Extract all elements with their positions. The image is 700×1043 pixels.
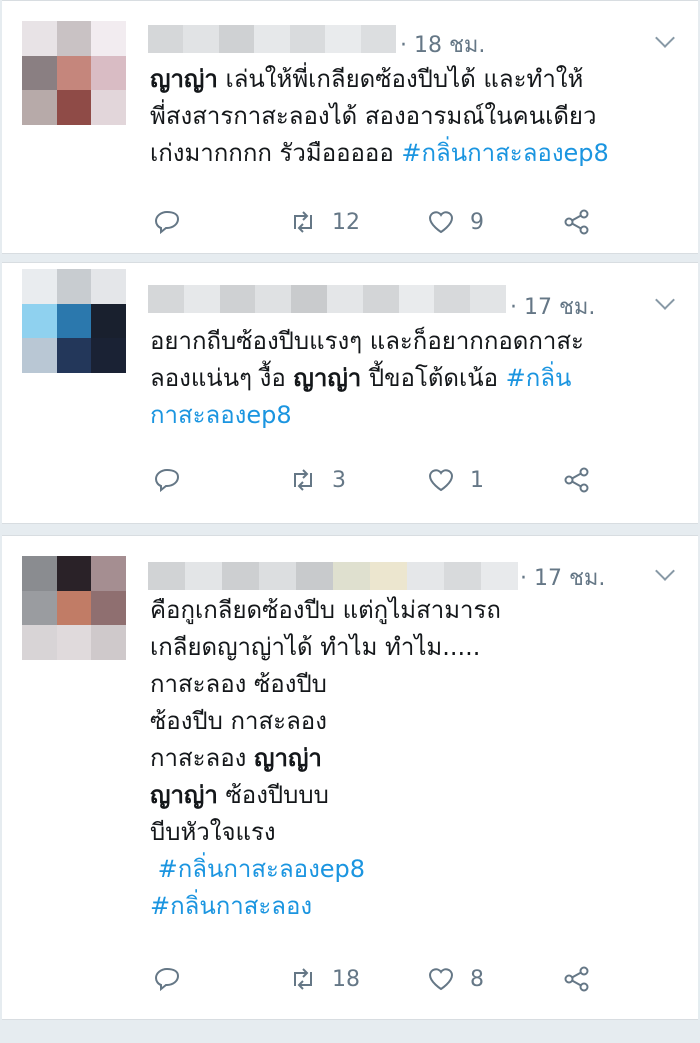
- author-name-blurred[interactable]: [148, 25, 396, 53]
- share-icon: [564, 966, 589, 992]
- reply-button[interactable]: [152, 964, 182, 994]
- tweet-text: คือกูเกลียดซ้องปีบ แต่กูไม่สามารถ เกลียด…: [150, 592, 680, 925]
- avatar[interactable]: [22, 269, 126, 373]
- tweet-text-segment: ปี้ขอโต้ดเน้อ: [361, 364, 506, 392]
- chevron-down-icon[interactable]: [655, 290, 675, 310]
- like-count: 1: [470, 467, 484, 493]
- share-button[interactable]: [562, 207, 592, 237]
- tweet-actions: 3 1: [152, 465, 638, 505]
- chevron-down-icon[interactable]: [655, 561, 675, 581]
- share-icon: [564, 467, 589, 493]
- heart-icon: [428, 469, 454, 492]
- heart-icon: [428, 968, 454, 991]
- share-button[interactable]: [562, 964, 592, 994]
- chevron-down-icon[interactable]: [655, 28, 675, 48]
- retweet-count: 3: [332, 467, 346, 493]
- share-icon: [564, 209, 589, 235]
- mention-bold: ญาญ่า: [254, 744, 322, 772]
- heart-icon: [428, 211, 454, 234]
- retweet-icon: [294, 968, 312, 990]
- timestamp[interactable]: · 17 ชม.: [510, 289, 595, 324]
- like-button[interactable]: 9: [426, 207, 484, 237]
- retweet-count: 18: [332, 966, 360, 992]
- tweet-actions: 12 9: [152, 207, 638, 247]
- reply-icon: [154, 967, 180, 992]
- timestamp[interactable]: · 17 ชม.: [520, 560, 605, 595]
- retweet-button[interactable]: 3: [288, 465, 346, 495]
- tweet-text: อยากถีบซ้องปีบแรงๆ และก็อยากกอดกาสะ ลองแ…: [150, 323, 680, 434]
- reply-icon: [154, 468, 180, 493]
- tweet-card[interactable]: · 17 ชม. อยากถีบซ้องปีบแรงๆ และก็อยากกอด…: [2, 262, 698, 524]
- tweet-text-segment: คือกูเกลียดซ้องปีบ แต่กูไม่สามารถ เกลียด…: [150, 596, 501, 772]
- timestamp[interactable]: · 18 ชม.: [400, 27, 485, 62]
- avatar[interactable]: [22, 556, 126, 660]
- share-button[interactable]: [562, 465, 592, 495]
- hashtag-link[interactable]: #กลิ่นกาสะลอง: [150, 892, 312, 920]
- hashtag-link[interactable]: #กลิ่นกาสะลองep8: [158, 855, 365, 883]
- retweet-count: 12: [332, 209, 360, 235]
- retweet-icon: [294, 211, 312, 233]
- mention-bold: ญาญ่า: [293, 364, 362, 392]
- author-name-blurred[interactable]: [148, 285, 506, 313]
- hashtag-link[interactable]: #กลิ่นกาสะลองep8: [401, 139, 608, 167]
- avatar[interactable]: [22, 21, 126, 125]
- retweet-button[interactable]: 18: [288, 964, 360, 994]
- tweet-text: ญาญ่า เล่นให้พี่เกลียดซ้องปีบได้ และทำให…: [150, 61, 680, 172]
- retweet-button[interactable]: 12: [288, 207, 360, 237]
- like-button[interactable]: 1: [426, 465, 484, 495]
- like-count: 9: [470, 209, 484, 235]
- mention-bold: ญาญ่า: [150, 65, 218, 93]
- tweet-actions: 18 8: [152, 964, 638, 1004]
- reply-button[interactable]: [152, 465, 182, 495]
- retweet-icon: [294, 469, 312, 491]
- tweet-card[interactable]: · 17 ชม. คือกูเกลียดซ้องปีบ แต่กูไม่สามา…: [2, 535, 698, 1020]
- mention-bold: ญาญ่า: [150, 781, 218, 809]
- author-name-blurred[interactable]: [148, 562, 518, 590]
- reply-button[interactable]: [152, 207, 182, 237]
- like-button[interactable]: 8: [426, 964, 484, 994]
- reply-icon: [154, 210, 180, 235]
- tweet-card[interactable]: · 18 ชม. ญาญ่า เล่นให้พี่เกลียดซ้องปีบได…: [2, 0, 698, 254]
- like-count: 8: [470, 966, 484, 992]
